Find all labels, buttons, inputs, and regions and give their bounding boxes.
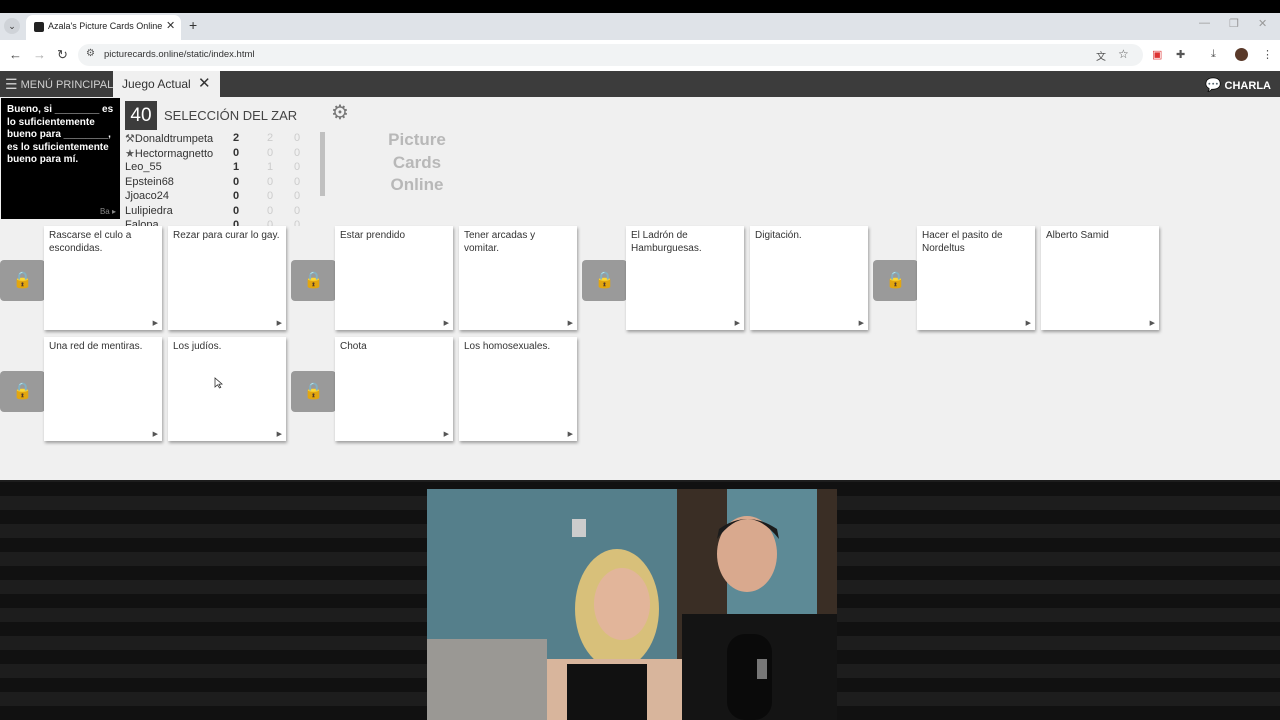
card-expand-arrow-icon[interactable]: ▶ (153, 430, 158, 438)
address-bar-row: ← → ↻ ⚙ picturecards.online/static/index… (0, 40, 1280, 71)
submitted-cards-area: 🔒 Rascarse el culo a escondidas. ▶ Rezar pa… (0, 71, 1280, 480)
favicon-icon (34, 22, 44, 32)
translate-icon[interactable]: 文 (1096, 48, 1106, 63)
card-text: Estar prendido (340, 230, 406, 241)
lock-button[interactable]: 🔒 (873, 260, 918, 301)
minimize-button[interactable]: — (1199, 17, 1210, 29)
more-menu-icon[interactable]: ⋮ (1262, 48, 1273, 61)
game-app: ☰ MENÚ PRINCIPAL Juego Actual ✕ 💬 CHARLA … (0, 71, 1280, 480)
card-text: Hacer el pasito de Nordeltus (922, 230, 1003, 254)
lock-icon: 🔒 (12, 383, 33, 400)
card-text: Una red de mentiras. (49, 341, 143, 352)
white-card[interactable]: Chota ▶ (335, 337, 453, 441)
tab-title: Azala's Picture Cards Online (48, 21, 163, 31)
card-expand-arrow-icon[interactable]: ▶ (735, 319, 740, 327)
card-expand-arrow-icon[interactable]: ▶ (568, 430, 573, 438)
card-expand-arrow-icon[interactable]: ▶ (1150, 319, 1155, 327)
lock-button[interactable]: 🔒 (291, 260, 336, 301)
mouse-cursor-icon (214, 377, 224, 389)
top-black-bar (0, 0, 1280, 13)
card-expand-arrow-icon[interactable]: ▶ (1026, 319, 1031, 327)
card-text: Los judíos. (173, 341, 222, 352)
lock-icon: 🔒 (885, 272, 906, 289)
forward-icon[interactable]: → (33, 47, 46, 62)
card-text: Digitación. (755, 230, 802, 241)
close-icon[interactable]: ✕ (166, 19, 175, 32)
download-icon[interactable]: ⤓ (1211, 48, 1216, 61)
card-text: El Ladrón de Hamburguesas. (631, 230, 702, 254)
white-card[interactable]: Una red de mentiras. ▶ (44, 337, 162, 441)
browser-tab[interactable]: Azala's Picture Cards Online ✕ (26, 15, 181, 40)
omnibox[interactable]: ⚙ picturecards.online/static/index.html … (78, 44, 1143, 66)
white-card[interactable]: Rascarse el culo a escondidas. ▶ (44, 226, 162, 330)
white-card[interactable]: Estar prendido ▶ (335, 226, 453, 330)
card-text: Chota (340, 341, 367, 352)
card-expand-arrow-icon[interactable]: ▶ (568, 319, 573, 327)
bookmark-star-icon[interactable]: ☆ (1118, 47, 1129, 61)
site-info-icon[interactable]: ⚙ (86, 48, 95, 59)
lock-button[interactable]: 🔒 (0, 371, 45, 412)
card-expand-arrow-icon[interactable]: ▶ (277, 430, 282, 438)
white-card[interactable]: Digitación. ▶ (750, 226, 868, 330)
card-text: Los homosexuales. (464, 341, 551, 352)
white-card[interactable]: Rezar para curar lo gay. ▶ (168, 226, 286, 330)
webcam-feed (427, 489, 837, 720)
white-card[interactable]: Alberto Samid ▶ (1041, 226, 1159, 330)
white-card[interactable]: Los homosexuales. ▶ (459, 337, 577, 441)
card-expand-arrow-icon[interactable]: ▶ (277, 319, 282, 327)
webcam-image (427, 489, 837, 720)
card-expand-arrow-icon[interactable]: ▶ (444, 319, 449, 327)
card-text: Rascarse el culo a escondidas. (49, 230, 132, 254)
lock-icon: 🔒 (303, 383, 324, 400)
lock-icon: 🔒 (12, 272, 33, 289)
extensions-puzzle-icon[interactable]: ✚ (1176, 48, 1185, 61)
white-card[interactable]: Los judíos. ▶ (168, 337, 286, 441)
url-text[interactable]: picturecards.online/static/index.html (104, 49, 255, 60)
stream-overlay-background (0, 480, 1280, 720)
restore-button[interactable]: ❐ (1229, 17, 1239, 30)
card-text: Alberto Samid (1046, 230, 1109, 241)
extension-icon[interactable]: ▣ (1152, 48, 1162, 61)
reload-icon[interactable]: ↻ (57, 47, 68, 63)
lock-button[interactable]: 🔒 (0, 260, 45, 301)
window-close-button[interactable]: ✕ (1258, 17, 1267, 30)
white-card[interactable]: Hacer el pasito de Nordeltus ▶ (917, 226, 1035, 330)
card-expand-arrow-icon[interactable]: ▶ (153, 319, 158, 327)
lock-icon: 🔒 (303, 272, 324, 289)
lock-button[interactable]: 🔒 (582, 260, 627, 301)
tab-search-button[interactable]: ⌄ (4, 18, 20, 34)
card-text: Tener arcadas y vomitar. (464, 230, 536, 254)
card-expand-arrow-icon[interactable]: ▶ (444, 430, 449, 438)
lock-icon: 🔒 (594, 272, 615, 289)
profile-avatar[interactable] (1235, 48, 1248, 61)
card-expand-arrow-icon[interactable]: ▶ (859, 319, 864, 327)
new-tab-button[interactable]: + (189, 17, 197, 33)
white-card[interactable]: Tener arcadas y vomitar. ▶ (459, 226, 577, 330)
back-icon[interactable]: ← (9, 47, 22, 62)
card-text: Rezar para curar lo gay. (173, 230, 280, 241)
white-card[interactable]: El Ladrón de Hamburguesas. ▶ (626, 226, 744, 330)
lock-button[interactable]: 🔒 (291, 371, 336, 412)
